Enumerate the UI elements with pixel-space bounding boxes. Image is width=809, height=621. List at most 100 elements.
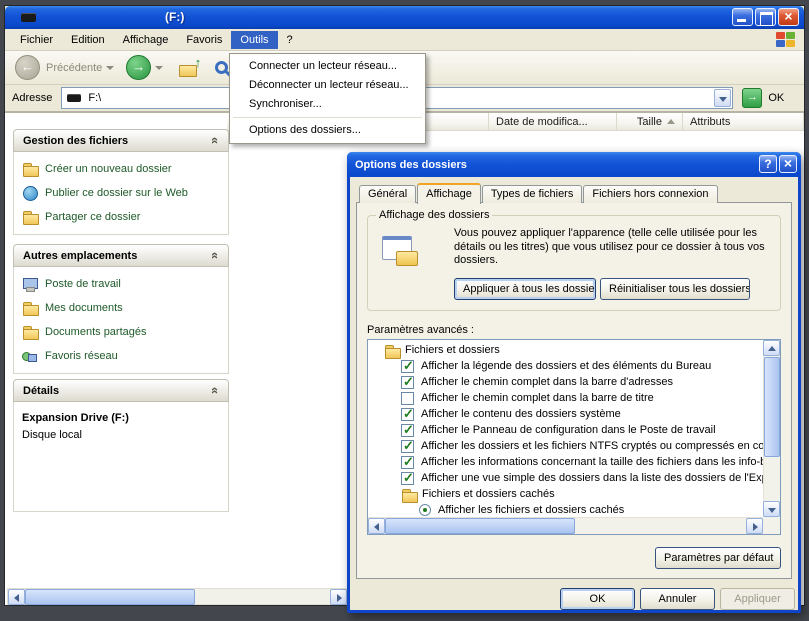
checkbox[interactable] xyxy=(401,374,414,390)
window-horizontal-scrollbar[interactable] xyxy=(7,588,348,605)
list-horizontal-scrollbar[interactable] xyxy=(368,517,763,534)
back-dropdown-icon[interactable] xyxy=(106,65,115,70)
menu-affichage[interactable]: Affichage xyxy=(114,31,178,49)
checkbox[interactable] xyxy=(401,470,414,486)
scroll-down-button[interactable] xyxy=(763,501,780,517)
scroll-left-button[interactable] xyxy=(368,518,385,534)
list-checkbox-row[interactable]: Afficher le chemin complet dans la barre… xyxy=(368,374,763,390)
dialog-buttons: OK Annuler Appliquer xyxy=(350,588,798,612)
details-drive-type: Disque local xyxy=(22,429,82,441)
pane-body: Poste de travail Mes documents Documents… xyxy=(13,267,229,374)
forward-button[interactable] xyxy=(126,55,152,80)
column-attributes[interactable]: Attributs xyxy=(683,113,804,131)
column-size[interactable]: Taille xyxy=(617,113,683,131)
scroll-right-button[interactable] xyxy=(330,589,347,605)
menu-aide[interactable]: ? xyxy=(278,31,302,49)
go-button[interactable]: OK xyxy=(742,88,784,108)
close-button[interactable] xyxy=(778,8,799,26)
list-vertical-scrollbar[interactable] xyxy=(763,340,780,517)
checkbox[interactable] xyxy=(401,406,414,422)
pane-other-places: Autres emplacements « Poste de travail M… xyxy=(13,244,229,374)
list-checkbox-row[interactable]: Afficher une vue simple des dossiers dan… xyxy=(368,470,763,486)
forward-dropdown-icon[interactable] xyxy=(155,65,164,70)
menu-item-folder-options[interactable]: Options des dossiers... xyxy=(231,121,424,140)
apply-to-all-folders-button[interactable]: Appliquer à tous les dossiers xyxy=(454,278,596,300)
menu-outils[interactable]: Outils xyxy=(231,30,278,49)
task-share-folder[interactable]: Partager ce dossier xyxy=(22,210,220,225)
menu-item-map-drive[interactable]: Connecter un lecteur réseau... xyxy=(231,57,424,76)
radio-button[interactable] xyxy=(419,504,431,516)
window-title: (F:) xyxy=(165,10,185,24)
dialog-close-button[interactable] xyxy=(779,155,797,173)
tab-general[interactable]: Général xyxy=(359,185,417,203)
menu-edition[interactable]: Edition xyxy=(62,31,114,49)
folder-views-icon xyxy=(382,236,420,268)
collapse-chevron-icon[interactable]: « xyxy=(208,252,223,259)
scrollbar-thumb[interactable] xyxy=(25,589,195,605)
list-checkbox-row[interactable]: Afficher les dossiers et les fichiers NT… xyxy=(368,438,763,454)
list-checkbox-row[interactable]: Afficher la légende des dossiers et des … xyxy=(368,358,763,374)
checkbox[interactable] xyxy=(401,358,414,374)
list-radio-row[interactable]: Afficher les fichiers et dossiers cachés xyxy=(368,502,763,517)
menu-favoris[interactable]: Favoris xyxy=(177,31,231,49)
scroll-right-button[interactable] xyxy=(746,518,763,534)
list-checkbox-row[interactable]: Afficher les informations concernant la … xyxy=(368,454,763,470)
help-button[interactable] xyxy=(759,155,777,173)
details-drive-name: Expansion Drive (F:) xyxy=(22,412,129,424)
task-publish-web[interactable]: Publier ce dossier sur le Web xyxy=(22,186,220,201)
column-date[interactable]: Date de modifica... xyxy=(489,113,617,131)
task-create-folder[interactable]: Créer un nouveau dossier xyxy=(22,162,220,177)
collapse-chevron-icon[interactable]: « xyxy=(208,387,223,394)
scrollbar-thumb[interactable] xyxy=(764,357,780,457)
back-button[interactable] xyxy=(15,55,40,80)
scroll-left-button[interactable] xyxy=(8,589,25,605)
scrollbar-thumb[interactable] xyxy=(385,518,575,534)
checkbox[interactable] xyxy=(401,391,414,405)
search-icon[interactable] xyxy=(215,61,229,74)
cancel-button[interactable]: Annuler xyxy=(640,588,715,610)
checkbox[interactable] xyxy=(401,438,414,454)
list-checkbox-row[interactable]: Afficher le Panneau de configuration dan… xyxy=(368,422,763,438)
checkbox[interactable] xyxy=(401,422,414,438)
reset-all-folders-button[interactable]: Réinitialiser tous les dossiers xyxy=(600,278,750,300)
list-group-row[interactable]: Fichiers et dossiers cachés xyxy=(368,486,763,503)
minimize-button[interactable] xyxy=(732,8,753,26)
checkbox[interactable] xyxy=(401,454,414,470)
maximize-button[interactable] xyxy=(755,8,776,26)
pane-details: Détails « Expansion Drive (F:) Disque lo… xyxy=(13,379,229,512)
list-group-row[interactable]: Fichiers et dossiers xyxy=(368,342,763,359)
advanced-settings-list[interactable]: Fichiers et dossiers Afficher la légende… xyxy=(367,339,781,535)
ok-button[interactable]: OK xyxy=(560,588,635,610)
tab-affichage[interactable]: Affichage xyxy=(417,183,481,204)
restore-defaults-button[interactable]: Paramètres par défaut xyxy=(655,547,781,569)
place-shared-documents[interactable]: Documents partagés xyxy=(22,325,220,340)
scroll-up-button[interactable] xyxy=(763,340,780,356)
list-checkbox-row[interactable]: Afficher le chemin complet dans la barre… xyxy=(368,390,763,406)
place-my-computer[interactable]: Poste de travail xyxy=(22,277,220,292)
apply-button[interactable]: Appliquer xyxy=(720,588,795,610)
menu-separator xyxy=(233,117,422,118)
tab-file-types[interactable]: Types de fichiers xyxy=(481,185,583,203)
address-dropdown-button[interactable] xyxy=(714,89,732,107)
drive-icon xyxy=(21,13,36,22)
up-folder-button[interactable] xyxy=(179,55,201,77)
menu-fichier[interactable]: Fichier xyxy=(11,31,62,49)
window-controls xyxy=(732,8,799,26)
pane-header[interactable]: Gestion des fichiers « xyxy=(13,129,229,152)
address-label: Adresse xyxy=(12,92,53,104)
menu-item-synchronize[interactable]: Synchroniser... xyxy=(231,95,424,114)
place-my-documents[interactable]: Mes documents xyxy=(22,301,220,316)
pane-header[interactable]: Autres emplacements « xyxy=(13,244,229,267)
place-network[interactable]: Favoris réseau xyxy=(22,349,220,363)
tab-offline-files[interactable]: Fichiers hors connexion xyxy=(583,185,718,203)
menu-item-disconnect-drive[interactable]: Déconnecter un lecteur réseau... xyxy=(231,76,424,95)
share-folder-icon xyxy=(22,210,39,225)
list-checkbox-row[interactable]: Afficher le contenu des dossiers système xyxy=(368,406,763,422)
pane-body: Créer un nouveau dossier Publier ce doss… xyxy=(13,152,229,235)
pane-header[interactable]: Détails « xyxy=(13,379,229,402)
window-titlebar[interactable]: (F:) xyxy=(5,6,804,29)
go-arrow-icon xyxy=(742,88,763,108)
new-folder-icon xyxy=(22,162,39,177)
dialog-titlebar[interactable]: Options des dossiers xyxy=(347,152,801,177)
collapse-chevron-icon[interactable]: « xyxy=(208,137,223,144)
